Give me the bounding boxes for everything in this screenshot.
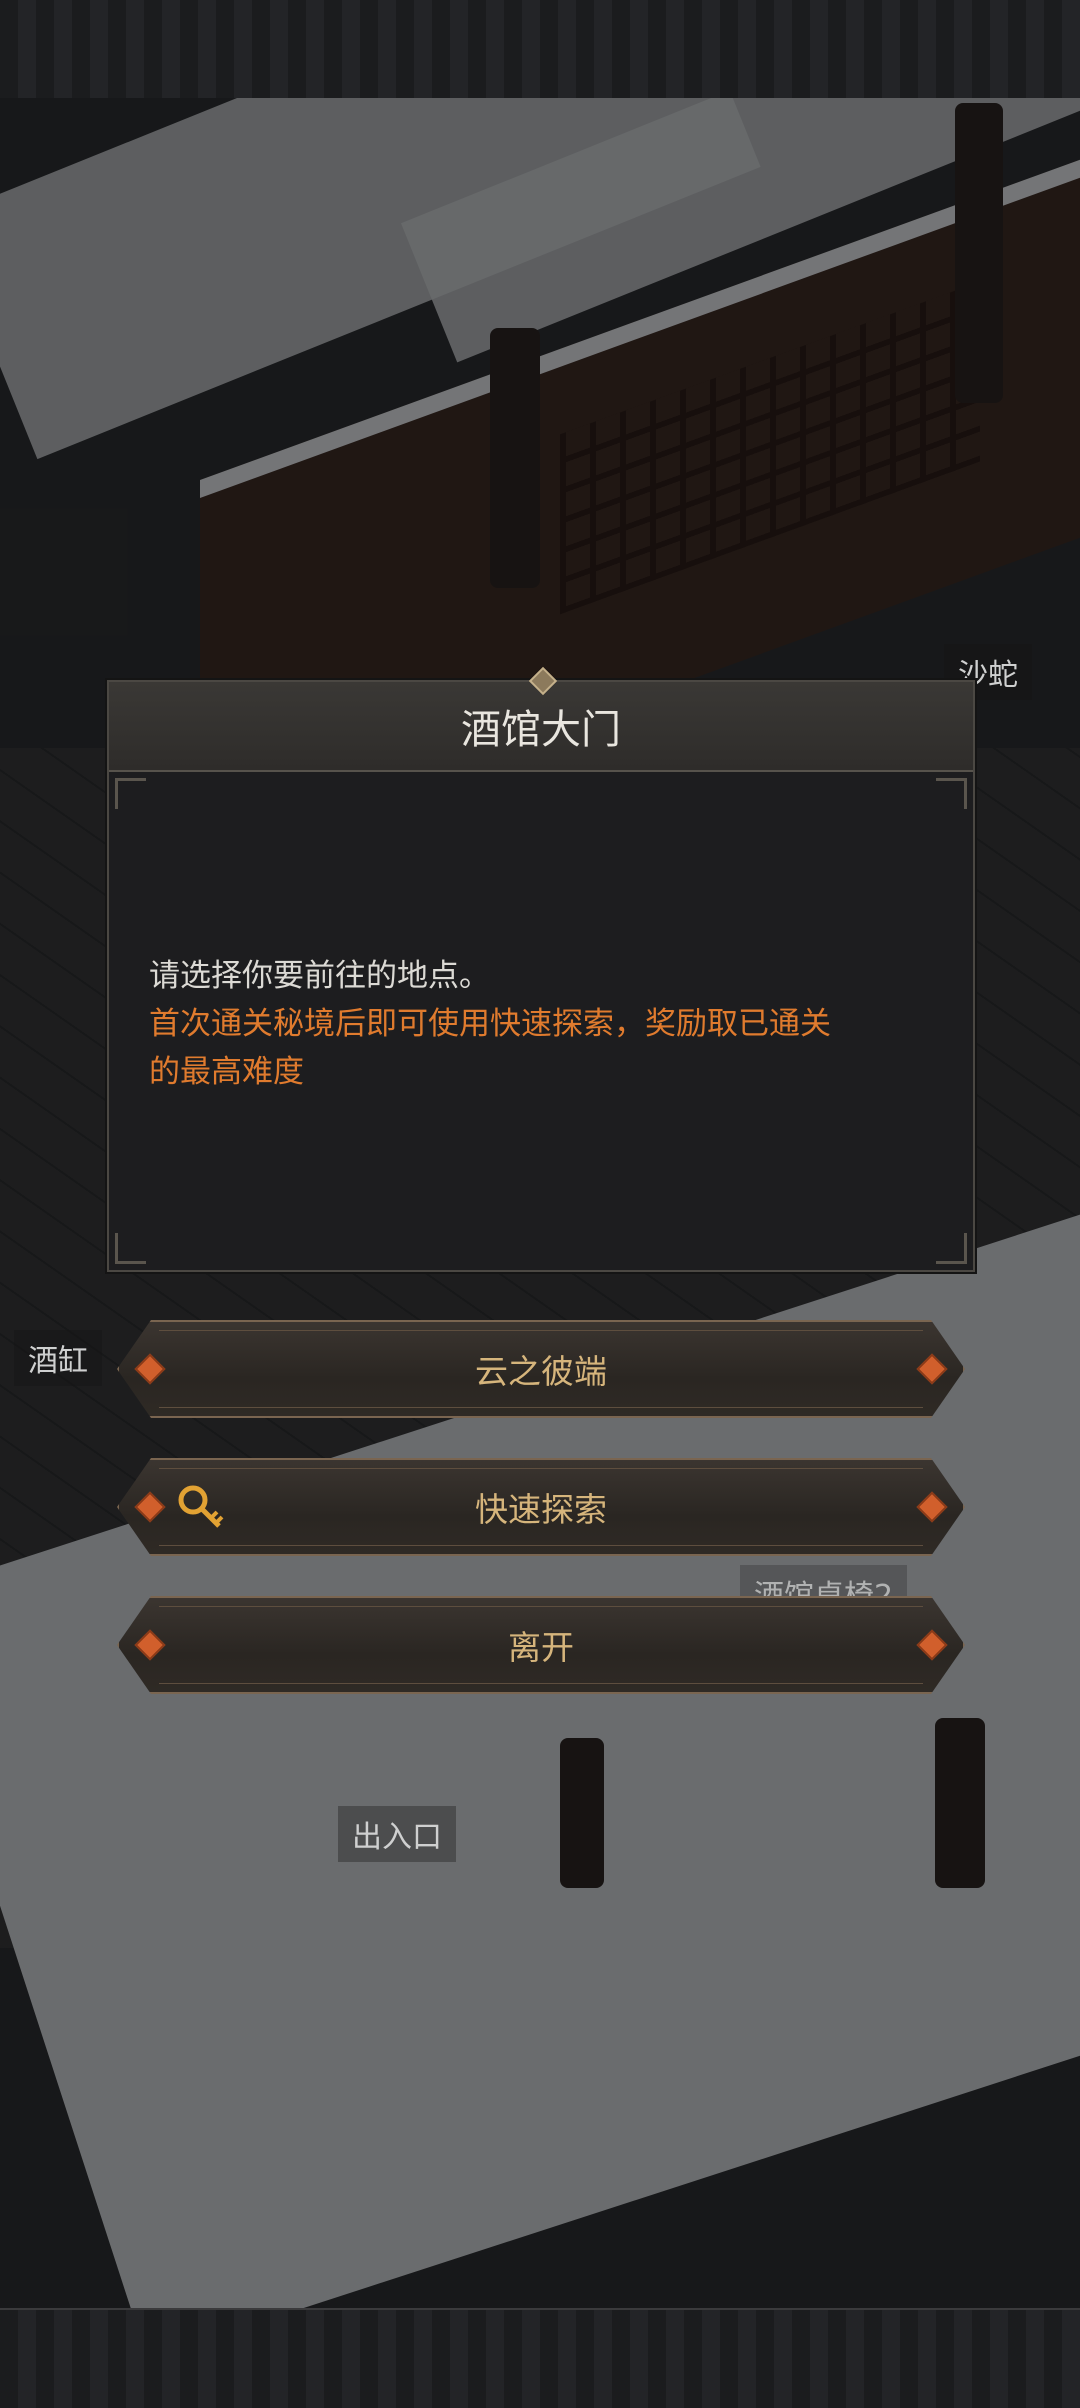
- tavern-door-dialog: 酒馆大门 请选择你要前往的地点。 首次通关秘境后即可使用快速探索，奖励取已通关 …: [107, 666, 975, 1272]
- dialog-header: 酒馆大门: [109, 682, 973, 772]
- dialog-notice-line1: 首次通关秘境后即可使用快速探索，奖励取已通关: [149, 1006, 831, 1042]
- corner-ornament: [115, 1233, 146, 1264]
- corner-ornament: [936, 778, 967, 809]
- dialog-notice-line2: 的最高难度: [149, 1054, 304, 1090]
- yun-zhi-bi-duan-button[interactable]: 云之彼端: [117, 1320, 965, 1418]
- top-frame-bar: [0, 0, 1080, 100]
- corner-ornament: [115, 778, 146, 809]
- map-label-chu-ru-kou[interactable]: 出入口: [338, 1806, 456, 1862]
- button-trim: [159, 1330, 923, 1408]
- dialog-title: 酒馆大门: [461, 707, 621, 753]
- bottom-frame-bar: [0, 2308, 1080, 2408]
- dialog-body: 请选择你要前往的地点。 首次通关秘境后即可使用快速探索，奖励取已通关 的最高难度: [109, 952, 973, 1096]
- dialog-prompt: 请选择你要前往的地点。: [149, 958, 490, 994]
- button-trim: [159, 1606, 923, 1684]
- leave-button[interactable]: 离开: [117, 1596, 965, 1694]
- corner-ornament: [936, 1233, 967, 1264]
- map-label-jiu-gang[interactable]: 酒缸: [14, 1330, 102, 1386]
- key-icon: [173, 1480, 229, 1532]
- button-trim: [159, 1468, 923, 1546]
- quick-explore-button[interactable]: 快速探索: [117, 1458, 965, 1556]
